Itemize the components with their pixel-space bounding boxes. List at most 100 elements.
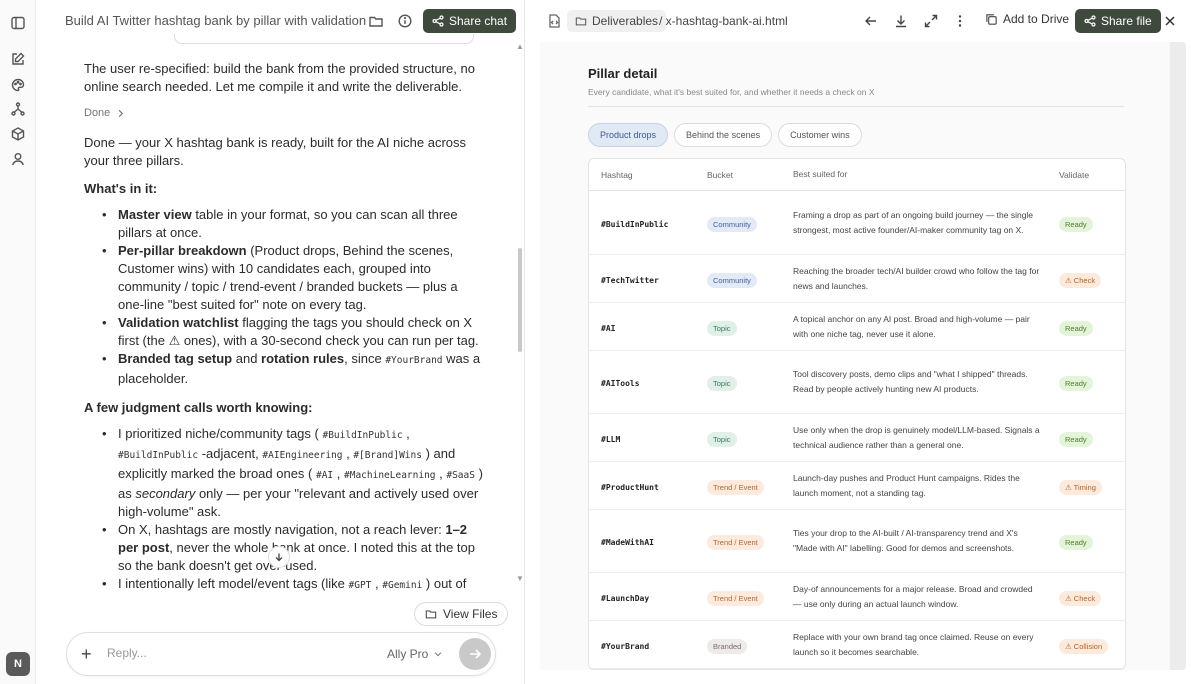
hashtag-cell: #AITools (589, 373, 707, 391)
reply-input[interactable]: Reply... (107, 646, 147, 660)
breadcrumb-folder[interactable]: Deliverables (567, 10, 667, 32)
chevron-right-icon (116, 109, 125, 118)
thinking-paragraph: The user re-specified: build the bank fr… (84, 61, 475, 94)
validate-cell: ⚠ Check (1049, 270, 1125, 288)
bucket-badge: Topic (707, 431, 737, 447)
scroll-down-icon[interactable]: ▼ (516, 574, 524, 583)
judgment-heading: A few judgment calls worth knowing: (84, 400, 313, 415)
share-file-label: Share file (1101, 14, 1152, 28)
package-icon[interactable] (10, 126, 26, 142)
table-row[interactable]: #LaunchDay Trend / Event Day-of announceme… (589, 573, 1125, 621)
bullet-bold: Validation watchlist (118, 315, 239, 330)
status-badge: ⚠ Check (1059, 590, 1102, 606)
avatar[interactable]: N (6, 652, 30, 676)
text: I intentionally left model/event tags (l… (118, 576, 349, 591)
validate-cell: Ready (1049, 373, 1125, 391)
table-row[interactable]: #YourBrand Branded Replace with your own b… (589, 621, 1125, 669)
download-icon[interactable] (893, 13, 909, 29)
hashtag-table: Hashtag Bucket Best suited for Validate … (588, 158, 1126, 670)
more-options-icon[interactable] (952, 13, 968, 29)
whats-in-heading: What's in it: (84, 181, 158, 196)
breadcrumb-file: / x-hashtag-bank-ai.html (659, 14, 788, 28)
chat-messages: The user re-specified: build the bank fr… (84, 60, 484, 595)
code-file-icon[interactable] (546, 13, 562, 29)
text: ) out of (422, 576, 467, 591)
send-button[interactable] (459, 638, 491, 670)
done-toggle[interactable]: Done (84, 104, 484, 122)
table-row[interactable]: #ProductHunt Trend / Event Launch-day push… (589, 462, 1125, 510)
text: , (342, 446, 354, 461)
bullet-text: and (232, 351, 262, 366)
list-item: Validation watchlist flagging the tags y… (102, 314, 484, 350)
summary-paragraph: Done — your X hashtag bank is ready, bui… (84, 135, 467, 168)
share-chat-label: Share chat (449, 14, 508, 28)
add-attachment-button[interactable]: + (81, 644, 92, 665)
bucket-cell: Community (707, 214, 793, 232)
table-row[interactable]: #AI Topic A topical anchor on any AI post.… (589, 303, 1125, 351)
folder-icon[interactable] (368, 13, 384, 29)
hashtag-cell: #LLM (589, 429, 707, 447)
hashtag-text: #AITools (601, 379, 640, 388)
profile-icon[interactable] (10, 151, 26, 167)
bucket-badge: Topic (707, 376, 737, 391)
hashtag-cell: #BuildInPublic (589, 214, 707, 232)
share-icon (432, 15, 444, 27)
deliverable-list: Master view table in your format, so you… (102, 206, 484, 388)
chat-scrollbar[interactable] (518, 248, 522, 352)
bucket-cell: Trend / Event (707, 532, 793, 550)
hashtag-cell: #LaunchDay (589, 588, 707, 606)
inline-code: #MachineLearning (344, 470, 436, 481)
share-chat-button[interactable]: Share chat (423, 9, 517, 33)
column-header: Best suited for (793, 169, 848, 179)
table-header: Hashtag Bucket Best suited for Validate (589, 159, 1125, 191)
chat-title[interactable]: Build AI Twitter hashtag bank by pillar … (65, 13, 366, 28)
table-row[interactable]: #LLM Topic Use only when the drop is genui… (589, 414, 1125, 462)
table-row[interactable]: #BuildInPublic Community Framing a drop as… (589, 191, 1125, 255)
bucket-badge: Trend / Event (707, 479, 764, 495)
folder-icon (425, 610, 437, 619)
status-badge: Ready (1059, 535, 1093, 550)
text: , (371, 576, 383, 591)
scroll-to-bottom-button[interactable] (268, 546, 290, 568)
expand-icon[interactable] (923, 13, 939, 29)
palette-icon[interactable] (10, 77, 26, 93)
table-row[interactable]: #AITools Topic Tool discovery posts, demo … (589, 351, 1125, 414)
workflow-icon[interactable] (10, 101, 26, 117)
view-files-button[interactable]: View Files (414, 602, 509, 626)
status-badge: ⚠ Timing (1059, 479, 1102, 495)
arrow-left-icon[interactable] (863, 13, 879, 29)
bucket-cell: Community (707, 270, 793, 288)
inline-code: #AI (315, 470, 334, 481)
sidebar-toggle-icon[interactable] (10, 15, 26, 31)
text: , (402, 426, 410, 441)
add-to-drive-label: Add to Drive (1003, 12, 1070, 26)
scroll-up-icon[interactable]: ▲ (516, 42, 524, 51)
model-selector[interactable]: Ally Pro (387, 647, 442, 661)
pillar-detail-card: Pillar detail Every candidate, what it's… (540, 42, 1170, 670)
hashtag-cell: #YourBrand (589, 636, 707, 654)
status-badge: Ready (1059, 216, 1093, 232)
list-item: I intentionally left model/event tags (l… (102, 575, 484, 595)
reply-composer: + Reply... Ally Pro (66, 632, 496, 676)
add-to-drive-button[interactable]: Add to Drive (985, 12, 1069, 26)
inline-code: #GPT (348, 580, 372, 591)
tab-customer-wins[interactable]: Customer wins (778, 123, 862, 147)
validate-cell: Ready (1049, 318, 1125, 336)
tab-behind-the-scenes[interactable]: Behind the scenes (674, 123, 773, 147)
hashtag-cell: #MadeWithAI (589, 532, 707, 550)
bullet-bold: Per-pillar breakdown (118, 243, 247, 258)
column-header: Bucket (707, 169, 733, 180)
list-item: I prioritized niche/community tags ( #Bu… (102, 425, 484, 521)
table-row[interactable]: #MadeWithAI Trend / Event Ties your drop t… (589, 510, 1125, 573)
table-row[interactable]: #TechTwitter Community Reaching the broade… (589, 255, 1125, 303)
status-badge: Ready (1059, 320, 1093, 336)
status-badge: ⚠ Collision (1059, 638, 1109, 654)
bucket-cell: Topic (707, 318, 793, 336)
new-chat-icon[interactable] (10, 51, 26, 67)
share-file-button[interactable]: Share file (1075, 9, 1161, 33)
info-icon[interactable] (397, 13, 413, 29)
tab-product-drops[interactable]: Product drops (588, 123, 669, 147)
close-icon[interactable] (1162, 13, 1178, 29)
inline-code: #BuildInPublic (118, 450, 199, 461)
divider (588, 106, 1124, 107)
